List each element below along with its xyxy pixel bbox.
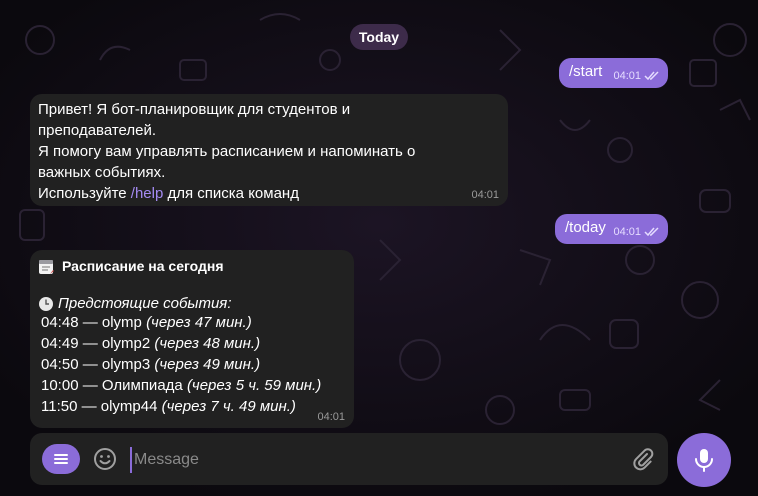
message-time: 04:01 (613, 70, 641, 82)
message-text: /today (565, 219, 606, 236)
calendar-icon (39, 260, 54, 274)
microphone-button[interactable] (677, 433, 731, 487)
event-relative-time: (через 49 мин.) (154, 356, 261, 373)
double-check-icon (644, 227, 659, 237)
schedule-event-row: 10:00 — Олимпиада (через 5 ч. 59 мин.) (41, 375, 321, 396)
message-meta: 04:01 (613, 226, 660, 238)
greeting-line-5: Используйте /help для списка команд (38, 183, 415, 204)
schedule-title-row: Расписание на сегодня (38, 257, 321, 275)
schedule-event-row: 04:48 — olymp (через 47 мин.) (41, 312, 321, 333)
message-meta: 04:01 (613, 70, 660, 82)
upcoming-label: Предстоящие события: (58, 295, 232, 312)
schedule-event-row: 04:50 — olymp3 (через 49 мин.) (41, 354, 321, 375)
greeting-prefix: Используйте (38, 185, 131, 202)
event-relative-time: (через 5 ч. 59 мин.) (186, 377, 322, 394)
date-separator-pill: Today (350, 24, 408, 50)
greeting-line-3: Я помогу вам управлять расписанием и нап… (38, 143, 416, 160)
upcoming-label-row: Предстоящие события: (38, 295, 321, 312)
microphone-icon (695, 449, 713, 472)
outgoing-message-start[interactable]: /start 04:01 (559, 58, 668, 88)
message-input[interactable] (130, 447, 626, 473)
schedule-event-row: 04:49 — olymp2 (через 48 мин.) (41, 333, 321, 354)
menu-icon (54, 454, 68, 464)
greeting-line-4: важных событиях. (38, 164, 166, 181)
event-relative-time: (через 7 ч. 49 мин.) (161, 398, 296, 415)
message-composer (30, 433, 668, 485)
event-relative-time: (через 48 мин.) (154, 335, 261, 352)
paperclip-icon[interactable] (630, 446, 656, 472)
event-time-title: 04:48 — olymp (41, 314, 142, 331)
message-time: 04:01 (471, 189, 499, 201)
greeting-line-2: преподавателей. (38, 122, 157, 139)
incoming-message-greeting[interactable]: Привет! Я бот-планировщик для студентов … (30, 94, 508, 206)
schedule-event-row: 11:50 — olymp44 (через 7 ч. 49 мин.) (41, 396, 321, 417)
outgoing-message-today[interactable]: /today 04:01 (555, 214, 668, 244)
event-time-title: 11:50 — olymp44 (41, 398, 158, 415)
event-time-title: 04:49 — olymp2 (41, 335, 151, 352)
emoji-icon[interactable] (92, 446, 118, 472)
incoming-message-schedule[interactable]: Расписание на сегодня Предстоящие событи… (30, 250, 354, 428)
double-check-icon (644, 71, 659, 81)
schedule-title: Расписание на сегодня (62, 258, 224, 274)
clock-icon (39, 296, 53, 311)
greeting-suffix: для списка команд (163, 185, 299, 202)
message-time: 04:01 (317, 411, 345, 423)
message-time: 04:01 (613, 226, 641, 238)
event-relative-time: (через 47 мин.) (146, 314, 252, 331)
greeting-line-1: Привет! Я бот-планировщик для студентов … (38, 101, 351, 118)
event-time-title: 10:00 — Олимпиада (41, 377, 183, 394)
event-time-title: 04:50 — olymp3 (41, 356, 151, 373)
message-text: /start (569, 63, 603, 80)
help-command-link[interactable]: /help (131, 185, 164, 202)
bot-menu-button[interactable] (42, 444, 80, 474)
